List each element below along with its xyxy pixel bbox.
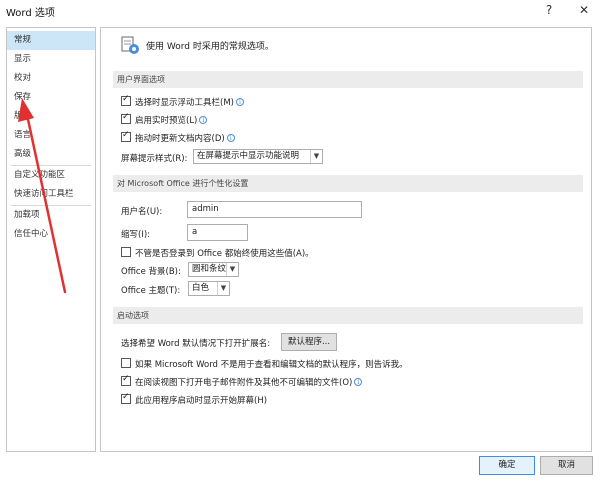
sidebar-item-display[interactable]: 显示 [7, 50, 95, 69]
always-use-values-label: 不管是否登录到 Office 都始终使用这些值(A)。 [135, 249, 314, 259]
sidebar: 常规 显示 校对 保存 版式 语言 高级 自定义功能区 快速访问工具栏 加载项 … [6, 27, 96, 452]
tell-me-default-label: 如果 Microsoft Word 不是用于查看和编辑文档的默认程序，则告诉我。 [135, 360, 408, 370]
chevron-down-icon: ▼ [217, 282, 229, 295]
sidebar-item-general[interactable]: 常规 [7, 31, 95, 50]
close-icon[interactable]: ✕ [570, 0, 598, 22]
screentip-style-value: 在屏幕提示中显示功能说明 [197, 151, 300, 161]
sidebar-item-quick-access-toolbar[interactable]: 快速访问工具栏 [7, 185, 95, 204]
always-use-values-option[interactable]: 不管是否登录到 Office 都始终使用这些值(A)。 [121, 247, 314, 259]
screentip-style-label: 屏幕提示样式(R): [121, 154, 188, 164]
office-theme-value: 白色 [192, 283, 210, 293]
section-header-startup: 启动选项 [113, 307, 583, 324]
initials-input[interactable]: a [187, 224, 248, 241]
general-options-icon [121, 36, 139, 54]
always-use-values-checkbox[interactable] [121, 247, 131, 257]
office-theme-select[interactable]: 白色 ▼ [188, 281, 230, 296]
sidebar-item-advanced[interactable]: 高级 [7, 145, 95, 164]
office-theme-label: Office 主题(T): [121, 286, 181, 296]
dialog-footer: 确定 取消 [0, 452, 600, 484]
show-start-screen-checkbox[interactable] [121, 392, 131, 404]
sidebar-item-addins[interactable]: 加载项 [7, 206, 95, 225]
update-drag-label: 拖动时更新文档内容(D) [135, 134, 225, 144]
sidebar-item-trust-center[interactable]: 信任中心 [7, 225, 95, 244]
info-icon: i [354, 378, 363, 386]
default-programs-button[interactable]: 默认程序... [281, 333, 337, 351]
update-drag-option[interactable]: 拖动时更新文档内容(D)i [121, 130, 235, 144]
title-bar: Word 选项 ? ✕ [0, 0, 600, 22]
screentip-style-select[interactable]: 在屏幕提示中显示功能说明 ▼ [193, 149, 323, 164]
tell-me-default-checkbox[interactable] [121, 358, 131, 368]
default-extensions-label: 选择希望 Word 默认情况下打开扩展名: [121, 339, 271, 349]
sidebar-item-proofing[interactable]: 校对 [7, 69, 95, 88]
mini-toolbar-label: 选择时显示浮动工具栏(M) [135, 98, 234, 108]
window-title: Word 选项 [6, 8, 55, 19]
reading-view-option[interactable]: 在阅读视图下打开电子邮件附件及其他不可编辑的文件(O)i [121, 374, 363, 388]
username-label: 用户名(U): [121, 207, 163, 217]
username-input[interactable]: admin [187, 201, 362, 218]
show-start-screen-label: 此应用程序启动时显示开始屏幕(H) [135, 396, 268, 406]
info-icon: i [235, 98, 244, 106]
intro-text: 使用 Word 时采用的常规选项。 [146, 42, 274, 52]
office-background-value: 圆和条纹 [192, 264, 227, 274]
options-content: 使用 Word 时采用的常规选项。 用户界面选项 选择时显示浮动工具栏(M)i … [100, 27, 592, 452]
tell-me-default-option[interactable]: 如果 Microsoft Word 不是用于查看和编辑文档的默认程序，则告诉我。 [121, 358, 408, 370]
mini-toolbar-checkbox[interactable] [121, 94, 131, 106]
update-drag-checkbox[interactable] [121, 130, 131, 142]
sidebar-item-language[interactable]: 语言 [7, 126, 95, 145]
help-icon[interactable]: ? [535, 0, 563, 22]
sidebar-item-customize-ribbon[interactable]: 自定义功能区 [7, 166, 95, 185]
info-icon: i [199, 116, 208, 124]
chevron-down-icon: ▼ [226, 263, 238, 276]
sidebar-item-save[interactable]: 保存 [7, 88, 95, 107]
mini-toolbar-option[interactable]: 选择时显示浮动工具栏(M)i [121, 94, 244, 108]
office-background-label: Office 背景(B): [121, 267, 181, 277]
sidebar-item-layout[interactable]: 版式 [7, 107, 95, 126]
reading-view-checkbox[interactable] [121, 374, 131, 386]
live-preview-checkbox[interactable] [121, 112, 131, 124]
office-background-select[interactable]: 圆和条纹 ▼ [188, 262, 239, 277]
cancel-button[interactable]: 取消 [540, 456, 593, 475]
section-header-ui-options: 用户界面选项 [113, 71, 583, 88]
initials-label: 缩写(I): [121, 230, 151, 240]
show-start-screen-option[interactable]: 此应用程序启动时显示开始屏幕(H) [121, 392, 268, 406]
chevron-down-icon: ▼ [310, 150, 322, 163]
section-header-personalize: 对 Microsoft Office 进行个性化设置 [113, 175, 583, 192]
ok-button[interactable]: 确定 [479, 456, 535, 475]
live-preview-option[interactable]: 启用实时预览(L)i [121, 112, 208, 126]
info-icon: i [226, 134, 235, 142]
reading-view-label: 在阅读视图下打开电子邮件附件及其他不可编辑的文件(O) [135, 378, 353, 388]
live-preview-label: 启用实时预览(L) [135, 116, 198, 126]
